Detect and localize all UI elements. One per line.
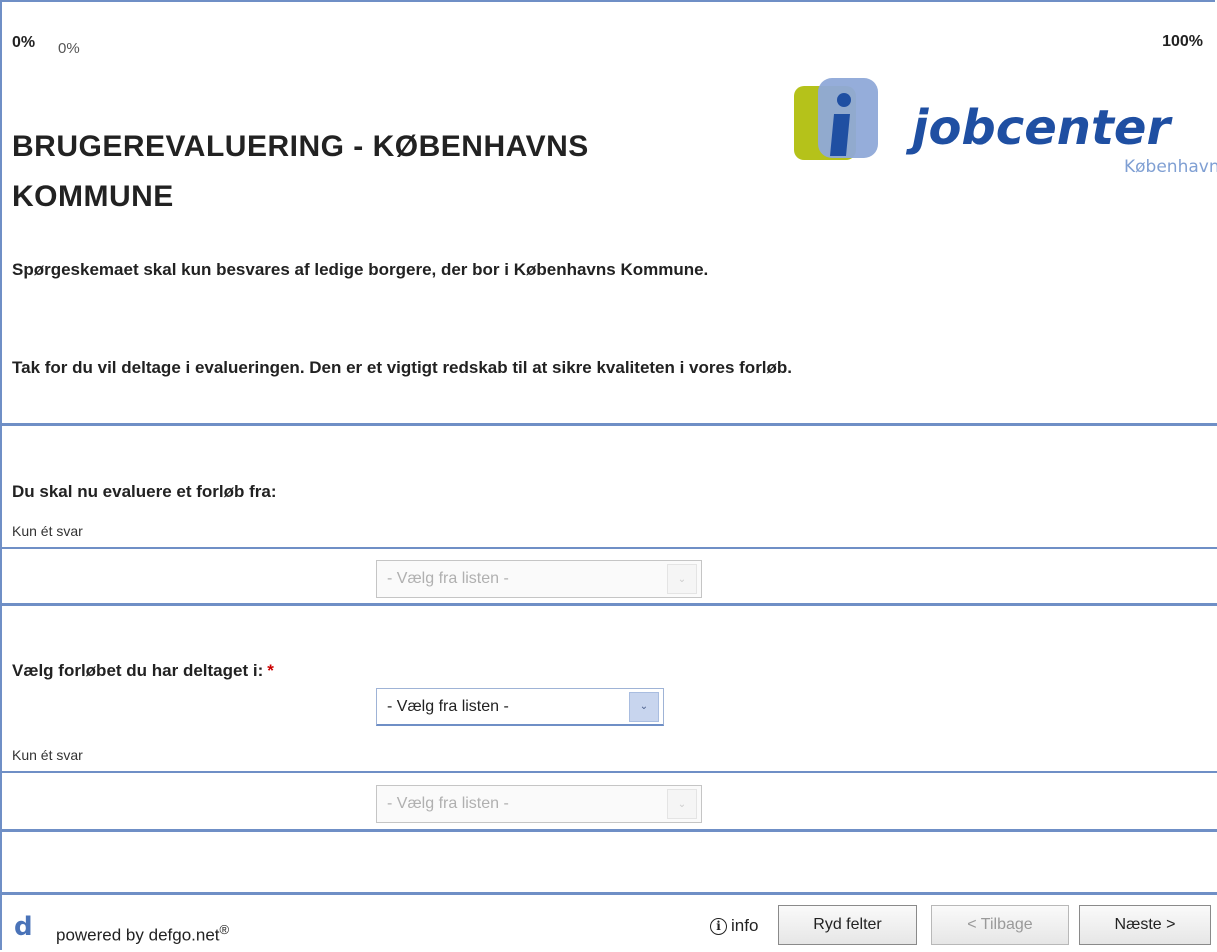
- section-divider: [0, 829, 1217, 832]
- row-divider: [0, 547, 1217, 549]
- page-title: BRUGEREVALUERING - KØBENHAVNS KOMMUNE: [12, 130, 589, 213]
- question-title-evaluate-from: Du skal nu evaluere et forløb fra:: [12, 482, 277, 501]
- next-button[interactable]: Næste >: [1079, 905, 1211, 945]
- select-evaluate-from[interactable]: - Vælg fra listen - ⌄: [376, 560, 702, 598]
- svg-text:København: København: [1124, 157, 1217, 174]
- question-title-text: Vælg forløbet du har deltaget i:: [12, 661, 264, 680]
- select-value: - Vælg fra listen -: [387, 697, 509, 715]
- svg-text:jobcenter: jobcenter: [905, 100, 1173, 156]
- select-course-sub[interactable]: - Vælg fra listen - ⌄: [376, 785, 702, 823]
- registered-mark: ®: [219, 922, 230, 937]
- info-icon: i: [710, 917, 727, 935]
- answer-hint: Kun ét svar: [12, 523, 83, 539]
- question-title-course: Vælg forløbet du har deltaget i: *: [12, 661, 274, 681]
- intro-text-thanks: Tak for du vil deltage i evalueringen. D…: [12, 358, 793, 377]
- intro-text-eligibility: Spørgeskemaet skal kun besvares af ledig…: [12, 260, 709, 279]
- footer-divider: [0, 892, 1217, 895]
- answer-hint: Kun ét svar: [12, 747, 83, 763]
- row-divider: [0, 771, 1217, 773]
- progress-value: 0%: [58, 40, 80, 57]
- chevron-down-icon[interactable]: ⌄: [667, 789, 697, 819]
- select-value: - Vælg fra listen -: [387, 570, 509, 587]
- chevron-down-icon[interactable]: ⌄: [629, 691, 659, 722]
- powered-by-link[interactable]: powered by defgo.net®: [56, 922, 229, 946]
- info-label: info: [731, 916, 759, 935]
- clear-fields-button[interactable]: Ryd felter: [778, 905, 917, 945]
- jobcenter-logo-icon: jobcenter København: [794, 78, 1217, 177]
- select-course[interactable]: - Vælg fra listen - ⌄: [376, 688, 664, 726]
- select-value: - Vælg fra listen -: [387, 795, 509, 812]
- jobcenter-logo: jobcenter København: [788, 74, 1217, 177]
- section-divider: [0, 423, 1217, 426]
- progress-start-label: 0%: [12, 34, 36, 51]
- required-marker: *: [267, 661, 274, 680]
- section-divider: [0, 603, 1217, 606]
- powered-by-text: powered by defgo.net: [56, 925, 220, 945]
- progress-end-label: 100%: [1162, 33, 1203, 50]
- defgo-logo-icon: d: [14, 912, 33, 942]
- chevron-down-icon[interactable]: ⌄: [667, 564, 697, 594]
- back-button[interactable]: < Tilbage: [931, 905, 1069, 945]
- info-link[interactable]: i info: [710, 916, 758, 936]
